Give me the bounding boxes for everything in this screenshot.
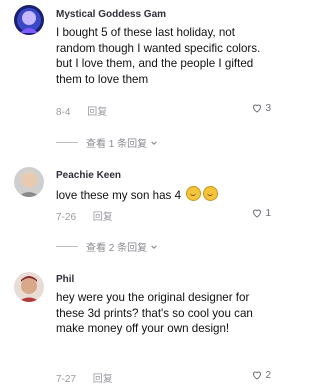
heart-outline-icon <box>253 209 262 218</box>
divider-line <box>56 142 78 143</box>
view-replies-button[interactable]: 查看 2 条回复 <box>56 239 158 254</box>
view-replies-button[interactable]: 查看 1 条回复 <box>56 135 158 150</box>
comment-text: hey were you the original designer for t… <box>56 291 253 336</box>
avatar[interactable] <box>14 272 44 302</box>
chevron-down-icon <box>151 140 157 145</box>
grinning-face-emoji-icon <box>203 186 219 201</box>
like-button[interactable]: 3 <box>251 102 271 114</box>
comment-meta: 7-26 回复 <box>56 208 113 223</box>
grinning-face-emoji-icon <box>186 186 202 201</box>
comment-meta: 7-27 回复 <box>56 370 113 385</box>
comment-date: 8-4 <box>56 107 71 118</box>
comment-meta: 8-4 回复 <box>56 103 107 118</box>
like-button[interactable]: 1 <box>251 207 271 219</box>
chevron-down-icon <box>151 244 157 249</box>
like-button[interactable]: 2 <box>251 369 271 381</box>
view-replies-label: 查看 1 条回复 <box>86 139 148 150</box>
like-count: 3 <box>265 102 271 114</box>
view-replies-label: 查看 2 条回复 <box>86 243 148 254</box>
comment-username[interactable]: Peachie Keen <box>56 170 121 181</box>
comment-date: 7-27 <box>56 374 77 385</box>
avatar[interactable] <box>14 5 44 35</box>
comment-date: 7-26 <box>56 212 77 223</box>
comment-text: I bought 5 of these last holiday, not ra… <box>56 26 261 86</box>
comment-text-content: love these my son has 4 <box>56 189 182 202</box>
like-count: 2 <box>265 369 271 381</box>
reply-button[interactable]: 回复 <box>93 374 113 385</box>
heart-outline-icon <box>253 104 262 113</box>
comment-username[interactable]: Mystical Goddess Gam <box>56 9 166 20</box>
divider-line <box>56 246 78 247</box>
comment-username[interactable]: Phil <box>56 274 74 285</box>
like-count: 1 <box>265 207 271 219</box>
reply-button[interactable]: 回复 <box>87 107 107 118</box>
reply-button[interactable]: 回复 <box>93 212 113 223</box>
avatar[interactable] <box>14 167 44 197</box>
comment-text: love these my son has 4 <box>56 186 262 204</box>
heart-outline-icon <box>253 371 262 380</box>
